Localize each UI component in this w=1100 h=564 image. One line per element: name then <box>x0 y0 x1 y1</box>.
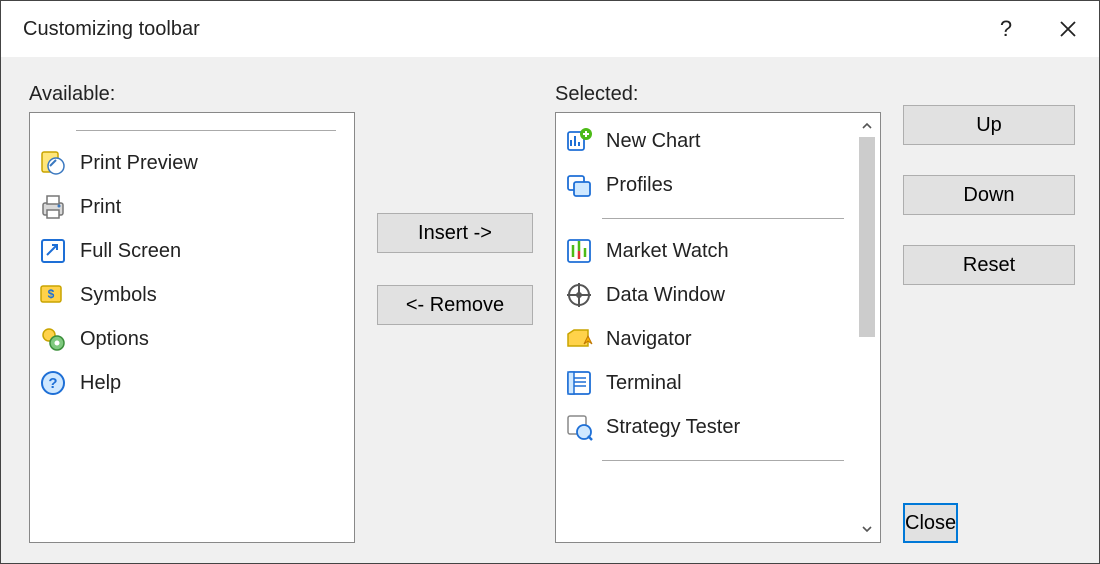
titlebar-actions: ? <box>975 1 1099 57</box>
question-mark-icon: ? <box>1000 16 1012 42</box>
print-icon <box>38 192 68 222</box>
separator-row[interactable] <box>32 119 348 141</box>
list-item[interactable]: Terminal <box>558 361 856 405</box>
titlebar: Customizing toolbar ? <box>1 1 1099 57</box>
available-column: Available: Print Preview <box>29 83 355 543</box>
list-item-label: Print Preview <box>80 152 198 175</box>
selected-listbox[interactable]: New Chart Profiles <box>555 112 881 543</box>
fullscreen-icon <box>38 236 68 266</box>
chevron-up-icon <box>861 120 873 132</box>
reset-button[interactable]: Reset <box>903 245 1075 285</box>
close-titlebar-button[interactable] <box>1037 1 1099 57</box>
list-item-label: Market Watch <box>606 240 729 263</box>
data-window-icon <box>564 280 594 310</box>
list-item-label: Terminal <box>606 372 682 395</box>
list-item-label: Options <box>80 328 149 351</box>
list-item[interactable]: Strategy Tester <box>558 405 856 449</box>
list-item[interactable]: ? Help <box>32 361 348 405</box>
list-item[interactable]: Print Preview <box>32 141 348 185</box>
options-icon <box>38 324 68 354</box>
separator-row[interactable] <box>558 449 856 471</box>
help-icon: ? <box>38 368 68 398</box>
transfer-buttons-column: Insert -> <- Remove <box>377 83 533 543</box>
terminal-icon <box>564 368 594 398</box>
list-item-label: New Chart <box>606 130 700 153</box>
scrollbar[interactable] <box>856 115 878 540</box>
svg-text:?: ? <box>48 375 57 392</box>
list-item-label: Profiles <box>606 174 673 197</box>
list-item[interactable]: $ Symbols <box>32 273 348 317</box>
market-watch-icon <box>564 236 594 266</box>
list-item-label: Print <box>80 196 121 219</box>
close-icon <box>1059 20 1077 38</box>
print-preview-icon <box>38 148 68 178</box>
symbols-icon: $ <box>38 280 68 310</box>
up-button[interactable]: Up <box>903 105 1075 145</box>
side-buttons-column: Up Down Reset Close <box>903 83 1075 543</box>
list-item-label: Strategy Tester <box>606 416 740 439</box>
down-button[interactable]: Down <box>903 175 1075 215</box>
profiles-icon <box>564 170 594 200</box>
navigator-icon <box>564 324 594 354</box>
strategy-tester-icon <box>564 412 594 442</box>
selected-column: Selected: New Chart <box>555 83 881 543</box>
available-label: Available: <box>29 83 355 106</box>
dialog-title: Customizing toolbar <box>23 18 200 41</box>
list-item[interactable]: Full Screen <box>32 229 348 273</box>
separator-line <box>602 218 844 219</box>
list-item-label: Data Window <box>606 284 725 307</box>
list-item[interactable]: Navigator <box>558 317 856 361</box>
list-item[interactable]: Market Watch <box>558 229 856 273</box>
separator-row[interactable] <box>558 207 856 229</box>
scroll-down-button[interactable] <box>856 518 878 540</box>
available-listbox[interactable]: Print Preview Print Full <box>29 112 355 543</box>
list-item[interactable]: New Chart <box>558 119 856 163</box>
help-titlebar-button[interactable]: ? <box>975 1 1037 57</box>
scroll-thumb[interactable] <box>859 137 875 337</box>
chevron-down-icon <box>861 523 873 535</box>
list-item[interactable]: Data Window <box>558 273 856 317</box>
remove-button[interactable]: <- Remove <box>377 285 533 325</box>
separator-line <box>76 130 336 131</box>
new-chart-icon <box>564 126 594 156</box>
list-item-label: Full Screen <box>80 240 181 263</box>
scroll-up-button[interactable] <box>856 115 878 137</box>
list-item[interactable]: Print <box>32 185 348 229</box>
close-button[interactable]: Close <box>903 503 958 543</box>
list-item-label: Navigator <box>606 328 692 351</box>
dialog-body: Available: Print Preview <box>1 57 1099 563</box>
list-item[interactable]: Options <box>32 317 348 361</box>
list-item-label: Help <box>80 372 121 395</box>
separator-line <box>602 460 844 461</box>
dialog-window: Customizing toolbar ? Available: <box>0 0 1100 564</box>
insert-button[interactable]: Insert -> <box>377 213 533 253</box>
list-item-label: Symbols <box>80 284 157 307</box>
selected-label: Selected: <box>555 83 881 106</box>
scroll-track[interactable] <box>856 137 878 518</box>
svg-text:$: $ <box>48 287 55 301</box>
list-item[interactable]: Profiles <box>558 163 856 207</box>
